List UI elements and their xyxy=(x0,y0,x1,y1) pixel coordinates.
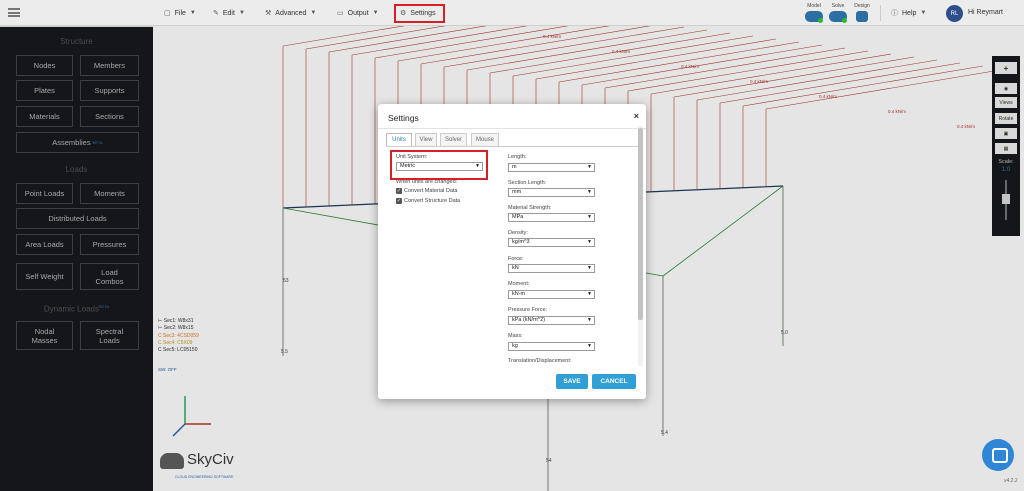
file-icon: ▢ xyxy=(164,10,171,17)
caret-down-icon: ▼ xyxy=(587,164,592,170)
top-bar: ▢ File ▼ ✎ Edit ▼ ⚒ Advanced ▼ ▭ Output … xyxy=(0,0,1024,26)
menu-file[interactable]: ▢ File ▼ xyxy=(164,0,196,26)
pressure-force-label: Pressure Force: xyxy=(508,307,548,313)
chat-icon[interactable] xyxy=(982,439,1014,471)
pressure-force-select[interactable]: kPa (kN/m^2) ▼ xyxy=(508,316,595,325)
force-label: Force: xyxy=(508,256,524,262)
chevron-down-icon: ▼ xyxy=(372,10,379,16)
menu-advanced[interactable]: ⚒ Advanced ▼ xyxy=(265,0,316,26)
menu-file-label: File xyxy=(174,9,186,17)
length-select[interactable]: m ▼ xyxy=(508,163,595,172)
caret-down-icon: ▼ xyxy=(587,343,592,349)
mode-solve[interactable]: Solve xyxy=(827,3,849,23)
caret-down-icon: ▼ xyxy=(587,239,592,245)
material-strength-label: Material Strength: xyxy=(508,205,552,211)
dialog-title: Settings xyxy=(388,113,419,123)
version-label: v4.2.2 xyxy=(1004,478,1018,484)
question-icon: ⓘ xyxy=(891,10,898,17)
logo-tagline: CLOUD ENGINEERING SOFTWARE xyxy=(175,475,234,479)
unit-system-highlight xyxy=(390,150,488,180)
chevron-down-icon: ▼ xyxy=(310,10,317,16)
chevron-down-icon: ▼ xyxy=(238,10,245,16)
convert-structure-label: Convert Structure Data xyxy=(404,198,461,204)
mass-select[interactable]: kg ▼ xyxy=(508,342,595,351)
moment-select[interactable]: kN-m ▼ xyxy=(508,290,595,299)
material-strength-select[interactable]: MPa ▼ xyxy=(508,213,595,222)
save-button[interactable]: SAVE xyxy=(556,374,588,389)
settings-highlight xyxy=(394,4,445,23)
density-select[interactable]: kg/m^3 ▼ xyxy=(508,238,595,247)
caret-down-icon: ▼ xyxy=(587,265,592,271)
cloud-icon xyxy=(160,453,184,469)
menu-edit[interactable]: ✎ Edit ▼ xyxy=(213,0,245,26)
menu-help-label: Help xyxy=(902,9,917,17)
user-greeting[interactable]: Hi Reymart xyxy=(968,9,1003,16)
menu-edit-label: Edit xyxy=(222,9,235,17)
moment-label: Moment: xyxy=(508,281,530,287)
mode-design[interactable]: Design xyxy=(851,3,873,22)
menu-output[interactable]: ▭ Output ▼ xyxy=(337,0,379,26)
tab-view[interactable]: View xyxy=(415,133,437,146)
tab-units[interactable]: Units xyxy=(386,133,412,146)
logo-text: SkyCiv xyxy=(187,451,234,468)
chevron-down-icon: ▼ xyxy=(189,10,196,16)
cancel-button[interactable]: CANCEL xyxy=(592,374,636,389)
convert-material-checkbox[interactable]: ✓ xyxy=(396,188,402,194)
topbar-divider xyxy=(880,5,881,21)
close-icon[interactable]: × xyxy=(634,111,639,121)
caret-down-icon: ▼ xyxy=(587,317,592,323)
pencil-icon: ✎ xyxy=(213,10,219,17)
translation-label: Translation/Displacement: xyxy=(508,358,572,364)
force-select[interactable]: kN ▼ xyxy=(508,264,595,273)
avatar[interactable]: RL xyxy=(946,5,963,22)
tab-mouse[interactable]: Mouse xyxy=(471,133,499,146)
section-length-select[interactable]: mm ▼ xyxy=(508,188,595,197)
caret-down-icon: ▼ xyxy=(587,291,592,297)
mode-model[interactable]: Model xyxy=(803,3,825,23)
chevron-down-icon: ▼ xyxy=(920,10,927,16)
hamburger-menu-icon[interactable] xyxy=(8,8,20,17)
menu-advanced-label: Advanced xyxy=(275,9,307,17)
monitor-icon: ▭ xyxy=(337,10,344,17)
convert-material-label: Convert Material Data xyxy=(404,188,458,194)
convert-structure-checkbox[interactable]: ✓ xyxy=(396,198,402,204)
menu-help[interactable]: ⓘ Help ▼ xyxy=(891,0,926,26)
density-label: Density: xyxy=(508,230,528,236)
length-label: Length: xyxy=(508,154,527,160)
settings-dialog: Settings × Units View Solver Mouse Unit … xyxy=(378,104,646,399)
tab-solver[interactable]: Solver xyxy=(440,133,467,146)
caret-down-icon: ▼ xyxy=(587,214,592,220)
mass-label: Mass: xyxy=(508,333,523,339)
mode-solve-label: Solve xyxy=(831,3,845,9)
dialog-scroll-thumb[interactable] xyxy=(638,128,643,320)
wrench-icon: ⚒ xyxy=(265,10,272,17)
menu-output-label: Output xyxy=(347,9,369,17)
section-length-label: Section Length: xyxy=(508,180,547,186)
caret-down-icon: ▼ xyxy=(587,189,592,195)
mode-model-label: Model xyxy=(807,3,821,9)
mode-design-label: Design xyxy=(854,3,870,9)
